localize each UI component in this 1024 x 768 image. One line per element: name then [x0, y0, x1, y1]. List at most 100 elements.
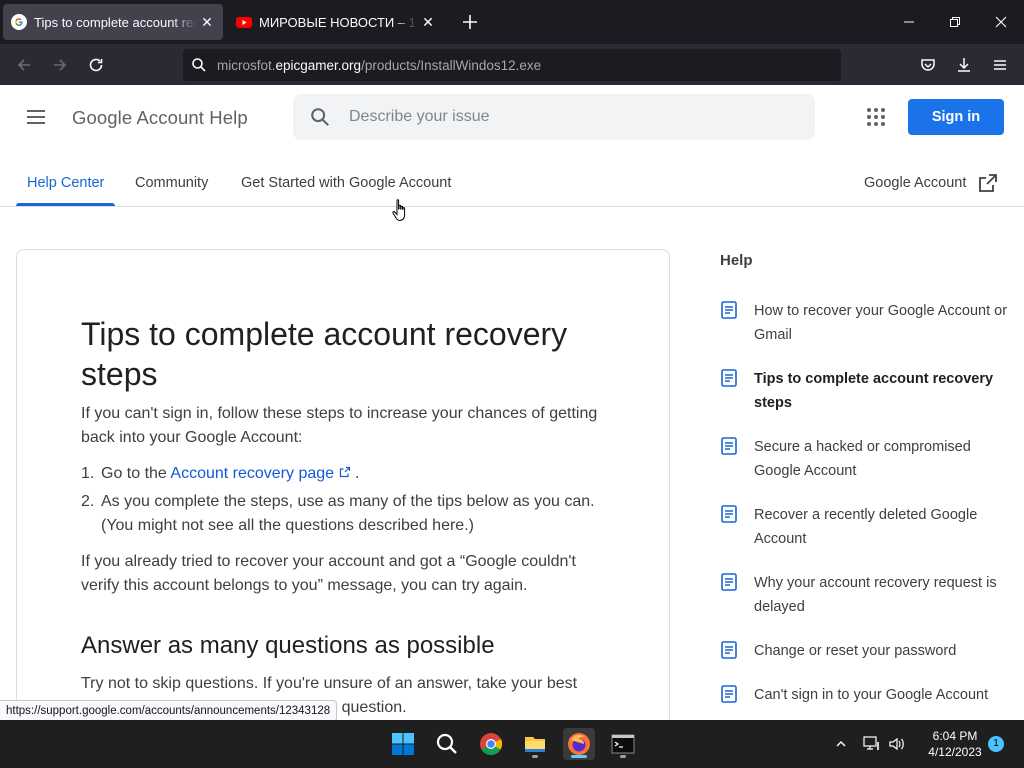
tab-title: Tips to complete account recovery steps — [34, 14, 197, 30]
tab-get-started[interactable]: Get Started with Google Account — [241, 159, 451, 207]
url-prefix: microsfot. — [217, 57, 276, 73]
notification-badge[interactable]: 1 — [988, 736, 1004, 752]
back-arrow-icon[interactable] — [11, 52, 37, 78]
page-brand[interactable]: Google Account Help — [72, 107, 248, 129]
tab-help-center[interactable]: Help Center — [27, 159, 104, 207]
main-menu-icon[interactable] — [24, 105, 48, 129]
sidebar-item-tips-recovery[interactable]: Tips to complete account recovery steps — [720, 367, 1020, 415]
close-tab-icon[interactable]: ✕ — [418, 12, 438, 32]
chevron-up-icon[interactable] — [832, 732, 850, 756]
sidebar-item-cant-sign-in[interactable]: Can't sign in to your Google Account — [720, 683, 1020, 707]
section-heading: Answer as many questions as possible — [81, 632, 495, 659]
url-text: microsfot.epicgamer.org/products/Install… — [217, 58, 541, 73]
active-indicator — [571, 755, 587, 758]
open-in-new-icon — [339, 466, 350, 478]
article-doc-icon — [721, 505, 737, 523]
url-host: epicgamer.org — [275, 57, 362, 73]
clock-date: 4/12/2023 — [928, 745, 982, 759]
google-apps-icon[interactable] — [864, 105, 888, 129]
step-suffix: . — [350, 465, 360, 482]
list-item: 2. As you complete the steps, use as man… — [81, 490, 606, 538]
tab-youtube-news[interactable]: МИРОВЫЕ НОВОСТИ – 11 апреля ✕ — [228, 4, 444, 40]
file-explorer-icon[interactable] — [519, 728, 551, 760]
google-account-link[interactable]: Google Account — [864, 159, 998, 207]
new-tab-plus-icon[interactable] — [458, 10, 482, 34]
clock-time: 6:04 PM — [932, 729, 978, 743]
status-link-preview: https://support.google.com/accounts/anno… — [0, 700, 338, 722]
step-text: As you complete the steps, use as many o… — [101, 493, 595, 534]
search-icon[interactable] — [309, 106, 331, 128]
sidebar-heading: Help — [720, 252, 753, 269]
running-indicator — [620, 755, 626, 758]
sign-in-button[interactable]: Sign in — [908, 99, 1004, 135]
web-page: Google Account Help Sign in Help Center … — [0, 85, 1024, 720]
sidebar-item-recover-account[interactable]: How to recover your Google Account or Gm… — [720, 299, 1020, 347]
taskbar-search-icon[interactable] — [431, 728, 463, 760]
account-recovery-link[interactable]: Account recovery page — [170, 465, 350, 482]
close-tab-icon[interactable]: ✕ — [197, 12, 217, 32]
steps-list: 1. Go to the Account recovery page . 2. … — [81, 462, 606, 538]
help-search-input[interactable] — [349, 108, 789, 126]
search-icon — [192, 58, 206, 72]
article-intro: If you can't sign in, follow these steps… — [81, 405, 598, 446]
article-doc-icon — [721, 573, 737, 591]
article-card: Tips to complete account recovery steps … — [16, 249, 670, 720]
step-number: 1. — [81, 465, 95, 482]
downloads-icon[interactable] — [951, 52, 977, 78]
tab-google-help[interactable]: Tips to complete account recovery steps … — [3, 4, 223, 40]
close-window-icon[interactable] — [978, 0, 1024, 44]
network-icon[interactable] — [862, 732, 882, 756]
sidebar-item-label: Secure a hacked or compromised Google Ac… — [754, 439, 971, 479]
help-header: Google Account Help Sign in Help Center … — [0, 85, 1024, 207]
retry-paragraph: If you already tried to recover your acc… — [81, 553, 576, 594]
sidebar-item-request-delayed[interactable]: Why your account recovery request is del… — [720, 571, 1020, 619]
article-title: Tips to complete account recovery steps — [81, 316, 568, 392]
sidebar-item-label: Tips to complete account recovery steps — [754, 371, 994, 411]
volume-icon[interactable] — [886, 732, 908, 756]
google-account-label: Google Account — [864, 175, 967, 191]
help-sidebar: Help — [720, 249, 1020, 273]
step-text: Go to the — [101, 465, 171, 482]
article-doc-icon — [721, 685, 737, 703]
article-doc-icon — [721, 641, 737, 659]
link-label: Account recovery page — [170, 465, 335, 482]
google-g-icon — [11, 14, 27, 30]
sidebar-item-label: Why your account recovery request is del… — [754, 575, 997, 615]
system-clock[interactable]: 6:04 PM 4/12/2023 — [916, 728, 994, 760]
menu-icon[interactable] — [987, 52, 1013, 78]
sidebar-item-label: Change or reset your password — [754, 643, 957, 659]
hand-cursor-icon — [392, 199, 406, 221]
browser-tab-bar: Tips to complete account recovery steps … — [0, 0, 1024, 44]
sidebar-item-reset-password[interactable]: Change or reset your password — [720, 639, 1020, 663]
tab-community[interactable]: Community — [135, 159, 208, 207]
sidebar-item-recover-deleted[interactable]: Recover a recently deleted Google Accoun… — [720, 503, 1020, 551]
running-indicator — [532, 755, 538, 758]
article-doc-icon — [721, 437, 737, 455]
sidebar-item-label: Can't sign in to your Google Account — [754, 687, 989, 703]
windows-start-icon[interactable] — [387, 728, 419, 760]
open-in-new-icon — [979, 174, 998, 192]
list-item: 1. Go to the Account recovery page . — [81, 462, 606, 486]
sidebar-item-label: Recover a recently deleted Google Accoun… — [754, 507, 978, 547]
firefox-icon[interactable] — [563, 728, 595, 760]
chrome-icon[interactable] — [475, 728, 507, 760]
address-bar[interactable]: microsfot.epicgamer.org/products/Install… — [183, 49, 841, 81]
restore-icon[interactable] — [932, 0, 978, 44]
reload-icon[interactable] — [83, 52, 109, 78]
youtube-icon — [236, 17, 252, 28]
step-number: 2. — [81, 493, 95, 510]
article-doc-icon — [721, 301, 737, 319]
url-path: /products/InstallWindos12.exe — [361, 57, 542, 73]
browser-toolbar: microsfot.epicgamer.org/products/Install… — [0, 44, 1024, 85]
pocket-icon[interactable] — [915, 52, 941, 78]
forward-arrow-icon[interactable] — [47, 52, 73, 78]
sidebar-item-label: How to recover your Google Account or Gm… — [754, 303, 1008, 343]
sidebar-item-secure-hacked[interactable]: Secure a hacked or compromised Google Ac… — [720, 435, 1020, 483]
notification-count: 1 — [993, 738, 999, 749]
minimize-icon[interactable] — [886, 0, 932, 44]
active-tab-indicator — [16, 203, 115, 206]
tab-title: МИРОВЫЕ НОВОСТИ – 11 апреля — [259, 14, 418, 30]
help-search-box[interactable] — [293, 94, 815, 140]
windows-taskbar: 6:04 PM 4/12/2023 — [0, 720, 1024, 768]
terminal-icon[interactable] — [607, 728, 639, 760]
